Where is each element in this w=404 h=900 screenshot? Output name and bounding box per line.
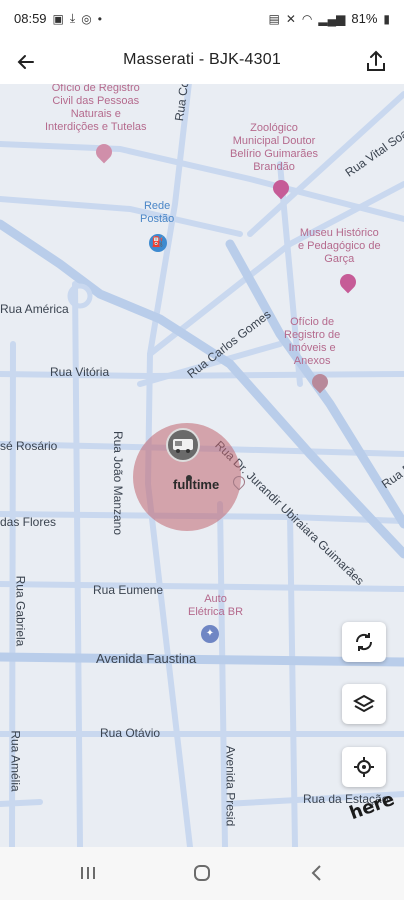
page-title: Masserati - BJK-4301 — [123, 51, 281, 68]
street-label: sé Rosário — [0, 439, 58, 453]
status-bar: 08:59 ▣ ⤓ ◎ • ▤ ✕ ◠ ▂▄▆ 81% ▮ — [0, 0, 404, 40]
vehicle-label: fulltime — [173, 477, 220, 492]
system-nav-bar — [0, 847, 404, 900]
poi-label: Ofício de Registro Civil das Pessoas Nat… — [45, 84, 147, 133]
street-label: Rua Vitória — [50, 365, 110, 379]
share-icon — [367, 50, 385, 71]
refresh-button[interactable] — [342, 622, 386, 662]
refresh-icon — [355, 633, 373, 651]
street-label: Rua Gabriela — [13, 575, 28, 647]
street-label: Avenida Presid — [223, 745, 238, 827]
street-label: Rua América — [0, 302, 69, 316]
layers-icon — [353, 694, 375, 713]
gas-station-icon: ⛽ — [149, 234, 167, 252]
poi-label: Ofício de Registro de Imóveis e Anexos — [284, 316, 341, 367]
battery-percent: 81% — [351, 11, 378, 26]
nfc-icon: ▤ — [268, 11, 280, 26]
mute-icon: ✕ — [285, 11, 296, 26]
back-nav-button[interactable] — [296, 859, 336, 887]
poi-label: Zoológico Municipal Doutor Belírio Guima… — [230, 122, 319, 173]
wifi-icon: ◠ — [301, 11, 313, 26]
app-bar: Masserati - BJK-4301 — [0, 40, 404, 84]
street-label: Rua João Manzano — [111, 430, 126, 536]
share-button[interactable] — [362, 47, 390, 75]
home-icon — [194, 865, 210, 881]
status-time: 08:59 — [14, 11, 47, 26]
my-location-button[interactable] — [342, 747, 386, 787]
dot-icon: • — [97, 11, 102, 26]
vehicle-dot — [186, 475, 192, 481]
truck-icon — [173, 439, 193, 453]
street-label: Rua Amélia — [8, 730, 23, 792]
battery-icon: ▮ — [383, 11, 390, 26]
home-button[interactable] — [182, 859, 222, 887]
gallery-icon: ▣ — [52, 11, 64, 26]
poi-label: Auto Elétrica BR — [188, 593, 244, 618]
vehicle-marker[interactable] — [166, 428, 200, 462]
whatsapp-icon: ◎ — [81, 11, 92, 26]
street-label: Avenida Faustina — [96, 651, 197, 666]
street-label: das Flores — [0, 515, 57, 529]
poi-label: Rede Postão — [140, 200, 175, 225]
street-label: Rua Otávio — [100, 726, 161, 740]
recent-apps-icon — [81, 867, 95, 879]
map-view[interactable]: Rua Coronel Rua Vital Soa Rua América Ru… — [0, 84, 404, 847]
auto-shop-icon: ✦ — [201, 625, 219, 643]
street-label: Rua Eumene — [93, 583, 164, 597]
crosshair-icon — [354, 757, 374, 777]
recent-apps-button[interactable] — [68, 859, 108, 887]
poi-label: Museu Histórico e Pedagógico de Garça — [298, 227, 381, 265]
chevron-left-icon — [311, 865, 321, 881]
signal-icon: ▂▄▆ — [318, 11, 346, 26]
download-icon: ⤓ — [69, 11, 76, 25]
map-layers-button[interactable] — [342, 684, 386, 724]
